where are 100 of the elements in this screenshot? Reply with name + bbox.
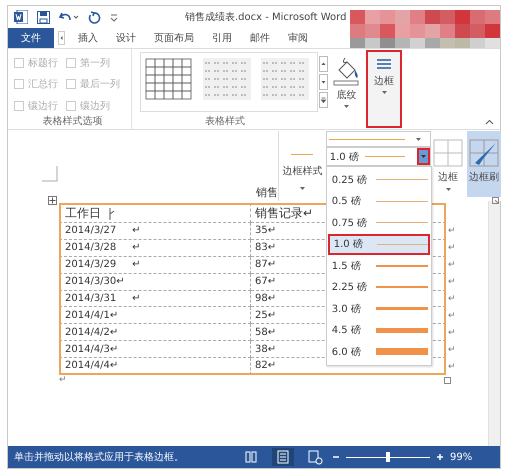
zoom-level[interactable]: 99% (450, 452, 472, 462)
print-layout-icon[interactable] (272, 448, 294, 466)
table-cell: 2014/3/31 ↵ (59, 290, 251, 308)
caret-icon (444, 187, 452, 192)
line-sample-icon (376, 348, 428, 356)
line-sample-icon (376, 179, 428, 180)
table-resize-handle-icon[interactable] (444, 377, 451, 384)
caret-icon (342, 104, 350, 109)
text-cursor-icon (109, 206, 115, 220)
redo-icon[interactable] (88, 10, 101, 24)
line-sample-icon (376, 222, 428, 224)
line-sample-icon (376, 307, 428, 310)
table-cell: 2014/4/2↵ (59, 324, 251, 342)
checkbox[interactable] (66, 100, 76, 111)
option-label: 镶边列 (80, 100, 110, 113)
checkbox[interactable] (14, 58, 24, 68)
file-tab[interactable]: 文件 (8, 28, 54, 48)
ribbon-tab[interactable]: 审阅 (279, 28, 317, 48)
caret-icon (420, 154, 427, 159)
margin-corner-icon (42, 166, 58, 182)
vertical-scrollbar[interactable] (488, 201, 500, 446)
line-sample-icon (362, 155, 407, 158)
ribbon-tab[interactable]: 插入 (69, 28, 107, 48)
line-sample-icon (376, 264, 428, 267)
row-end-mark: ↵ (447, 344, 456, 357)
line-sample-icon (326, 138, 407, 140)
scroll-left-icon[interactable] (58, 31, 65, 45)
status-text: 单击并拖动以将格式应用于表格边框。 (14, 450, 184, 464)
row-end-mark: ↵ (447, 225, 456, 238)
group-label: 表格样式 (204, 114, 246, 129)
option-label: 第一列 (80, 57, 110, 70)
checkbox[interactable] (66, 58, 76, 68)
table-style-thumbnail[interactable] (145, 58, 193, 100)
table-cell: 2014/3/27 ↵ (59, 223, 251, 240)
table-cell: 2014/4/1↵ (59, 307, 251, 324)
scroll-down-icon[interactable] (319, 74, 328, 90)
table-header-cell: 销售记录↵ (255, 205, 314, 222)
dialog-launcher-icon[interactable] (492, 197, 499, 204)
checkbox[interactable] (66, 79, 76, 90)
table-cell: 2014/3/28 ↵ (59, 240, 251, 257)
table-style-thumbnail[interactable] (203, 58, 251, 100)
row-end-mark: ↵ (447, 293, 456, 306)
table-cell: 2014/4/3↵ (59, 341, 251, 358)
ribbon-tab[interactable]: 设计 (107, 28, 145, 48)
paragraph-mark: ↵ (59, 375, 67, 386)
borders-button[interactable]: 边框 (366, 50, 402, 128)
ribbon-tab[interactable]: 页面布局 (145, 28, 203, 48)
table-cell: 82↵ (251, 358, 446, 376)
table-header-cell: 工作日 (65, 205, 101, 222)
line-sample-icon (290, 153, 314, 156)
row-end-mark: ↵ (447, 242, 456, 256)
save-icon[interactable] (37, 10, 50, 24)
menu-item[interactable]: 4.5 磅 (328, 320, 430, 341)
table-cell: 2014/3/30↵ (59, 274, 251, 291)
zoom-in-icon[interactable] (436, 453, 444, 461)
document-heading: 销售 (256, 185, 278, 201)
menu-item[interactable]: 1.0 磅 (328, 234, 430, 255)
checkbox[interactable] (14, 100, 24, 111)
menu-item[interactable]: 1.5 磅 (328, 255, 430, 276)
menu-item[interactable]: 0.5 磅 (328, 190, 430, 212)
row-end-mark: ↵ (447, 259, 456, 272)
line-sample-icon (376, 244, 428, 245)
dropdown-arrow-button[interactable] (417, 148, 430, 165)
ribbon-tab[interactable]: 邮件 (241, 28, 279, 48)
table-style-thumbnail[interactable] (261, 58, 309, 100)
row-end-mark: ↵ (447, 310, 456, 323)
line-sample-icon (376, 286, 428, 288)
caret-icon (414, 136, 422, 142)
shading-button[interactable]: 底纹 (328, 52, 364, 113)
row-end-mark: ↵ (447, 276, 456, 290)
scroll-up-icon[interactable] (319, 56, 328, 72)
menu-item[interactable]: 0.25 磅 (328, 169, 430, 190)
ribbon-tab[interactable]: 引用 (203, 28, 241, 48)
option-label: 最后一列 (80, 78, 120, 92)
lines-icon (376, 58, 392, 72)
checkbox[interactable] (14, 79, 24, 90)
caret-icon (380, 90, 388, 95)
table-cell: 2014/3/29 ↵ (59, 256, 251, 274)
line-weight-dropdown[interactable]: 1.0 磅 (326, 147, 431, 166)
window-title: 销售成绩表.docx - Microsoft Word (185, 10, 346, 24)
line-sample-icon (376, 328, 428, 333)
paint-bucket-icon (331, 56, 362, 86)
brush-icon (469, 139, 499, 167)
borders-button[interactable]: 边框 (431, 131, 465, 196)
option-label: 标题行 (28, 56, 58, 70)
line-sample-icon (376, 200, 428, 202)
border-painter-button[interactable]: 边框刷 (467, 131, 501, 197)
table-move-handle-icon[interactable] (48, 196, 57, 205)
border-styles-button[interactable]: 边框样式 (279, 131, 326, 195)
option-label: 镶边行 (28, 100, 58, 113)
collapse-ribbon-icon[interactable] (485, 119, 494, 125)
caret-icon (298, 186, 306, 191)
row-end-mark: ↵ (447, 360, 456, 374)
table-cell: 2014/4/4↵ (59, 358, 251, 376)
more-styles-icon[interactable] (319, 92, 328, 108)
row-end-mark: ↵ (447, 326, 456, 340)
grid-icon (433, 139, 463, 167)
word-logo-icon[interactable] (14, 10, 28, 24)
group-label: 表格样式选项 (42, 114, 104, 129)
option-label: 汇总行 (28, 78, 58, 92)
